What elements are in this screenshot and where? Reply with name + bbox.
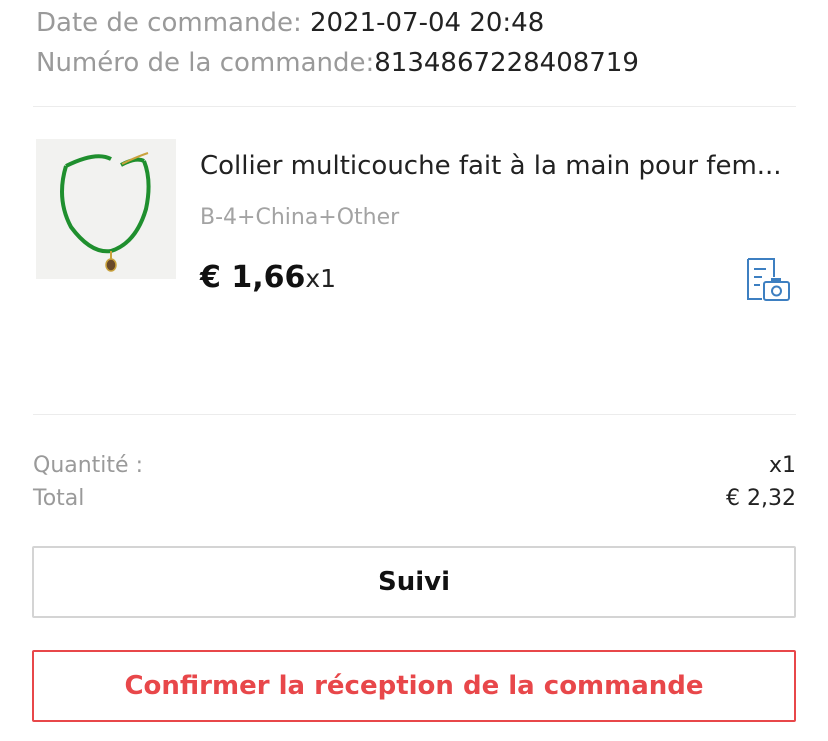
product-price-row: € 1,66x1	[200, 258, 336, 302]
product-variant: B-4+China+Other	[200, 205, 400, 230]
total-label: Total	[33, 486, 85, 511]
track-button[interactable]: Suivi	[32, 546, 796, 618]
order-number-label: Numéro de la commande:	[36, 48, 375, 78]
quantity-value: x1	[768, 453, 796, 478]
confirm-receipt-button[interactable]: Confirmer la réception de la commande	[32, 650, 796, 722]
product-price: € 1,66	[200, 260, 306, 295]
quantity-label: Quantité :	[33, 453, 143, 478]
product-title[interactable]: Collier multicouche fait à la main pour …	[200, 149, 790, 183]
order-date-value: 2021-07-04 20:48	[309, 8, 545, 38]
divider	[33, 414, 796, 415]
divider	[33, 106, 796, 107]
order-date-label: Date de commande:	[36, 8, 302, 38]
order-number-value: 8134867228408719	[374, 48, 639, 78]
order-number-row: Numéro de la commande:8134867228408719	[36, 48, 639, 78]
necklace-image-icon	[36, 139, 176, 279]
photo-review-icon[interactable]	[744, 257, 792, 303]
product-image[interactable]	[36, 139, 176, 279]
order-date-row: Date de commande: 2021-07-04 20:48	[36, 8, 544, 38]
product-quantity: x1	[305, 264, 337, 293]
total-value: € 2,32	[726, 486, 796, 511]
